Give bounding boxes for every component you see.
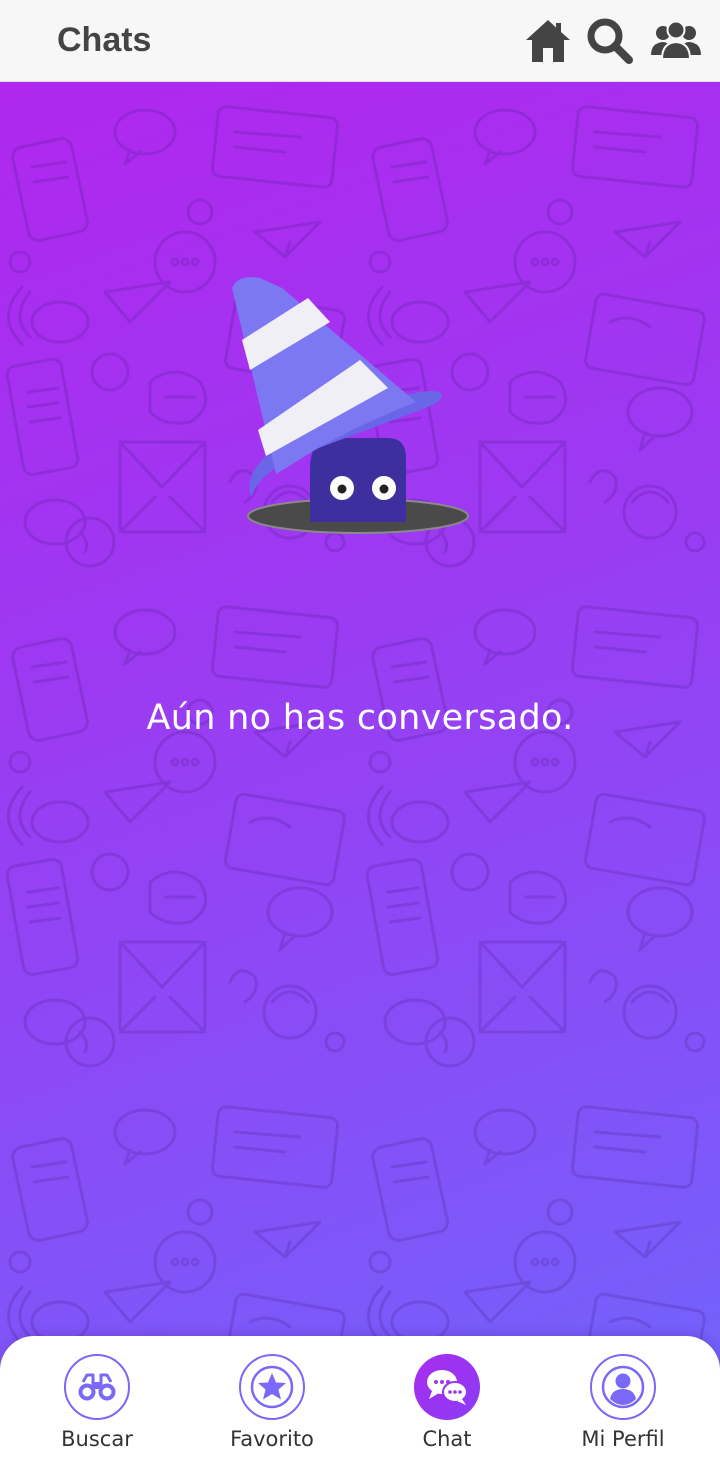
- nav-label: Buscar: [61, 1427, 133, 1451]
- nav-item-chat[interactable]: Chat: [372, 1354, 522, 1459]
- chat-bubbles-icon: [414, 1354, 480, 1420]
- traffic-cone-mascot-illustration: [232, 277, 469, 534]
- empty-chats-message: Aún no has conversado.: [146, 698, 574, 738]
- search-icon[interactable]: [583, 14, 637, 68]
- app-header: Chats: [0, 0, 720, 82]
- bottom-navigation: Buscar Favorito Chat Mi Perfil: [0, 1336, 720, 1465]
- nav-item-buscar[interactable]: Buscar: [22, 1354, 172, 1459]
- nav-label: Chat: [422, 1427, 472, 1451]
- chat-list-area: Aún no has conversado.: [0, 82, 720, 1465]
- star-icon: [239, 1354, 305, 1420]
- nav-item-mi-perfil[interactable]: Mi Perfil: [548, 1354, 698, 1459]
- users-icon[interactable]: [649, 14, 703, 68]
- binoculars-icon: [64, 1354, 130, 1420]
- nav-label: Mi Perfil: [581, 1427, 665, 1451]
- profile-icon: [590, 1354, 656, 1420]
- page-title: Chats: [57, 21, 152, 59]
- nav-label: Favorito: [230, 1427, 314, 1451]
- home-icon[interactable]: [521, 14, 575, 68]
- nav-item-favorito[interactable]: Favorito: [197, 1354, 347, 1459]
